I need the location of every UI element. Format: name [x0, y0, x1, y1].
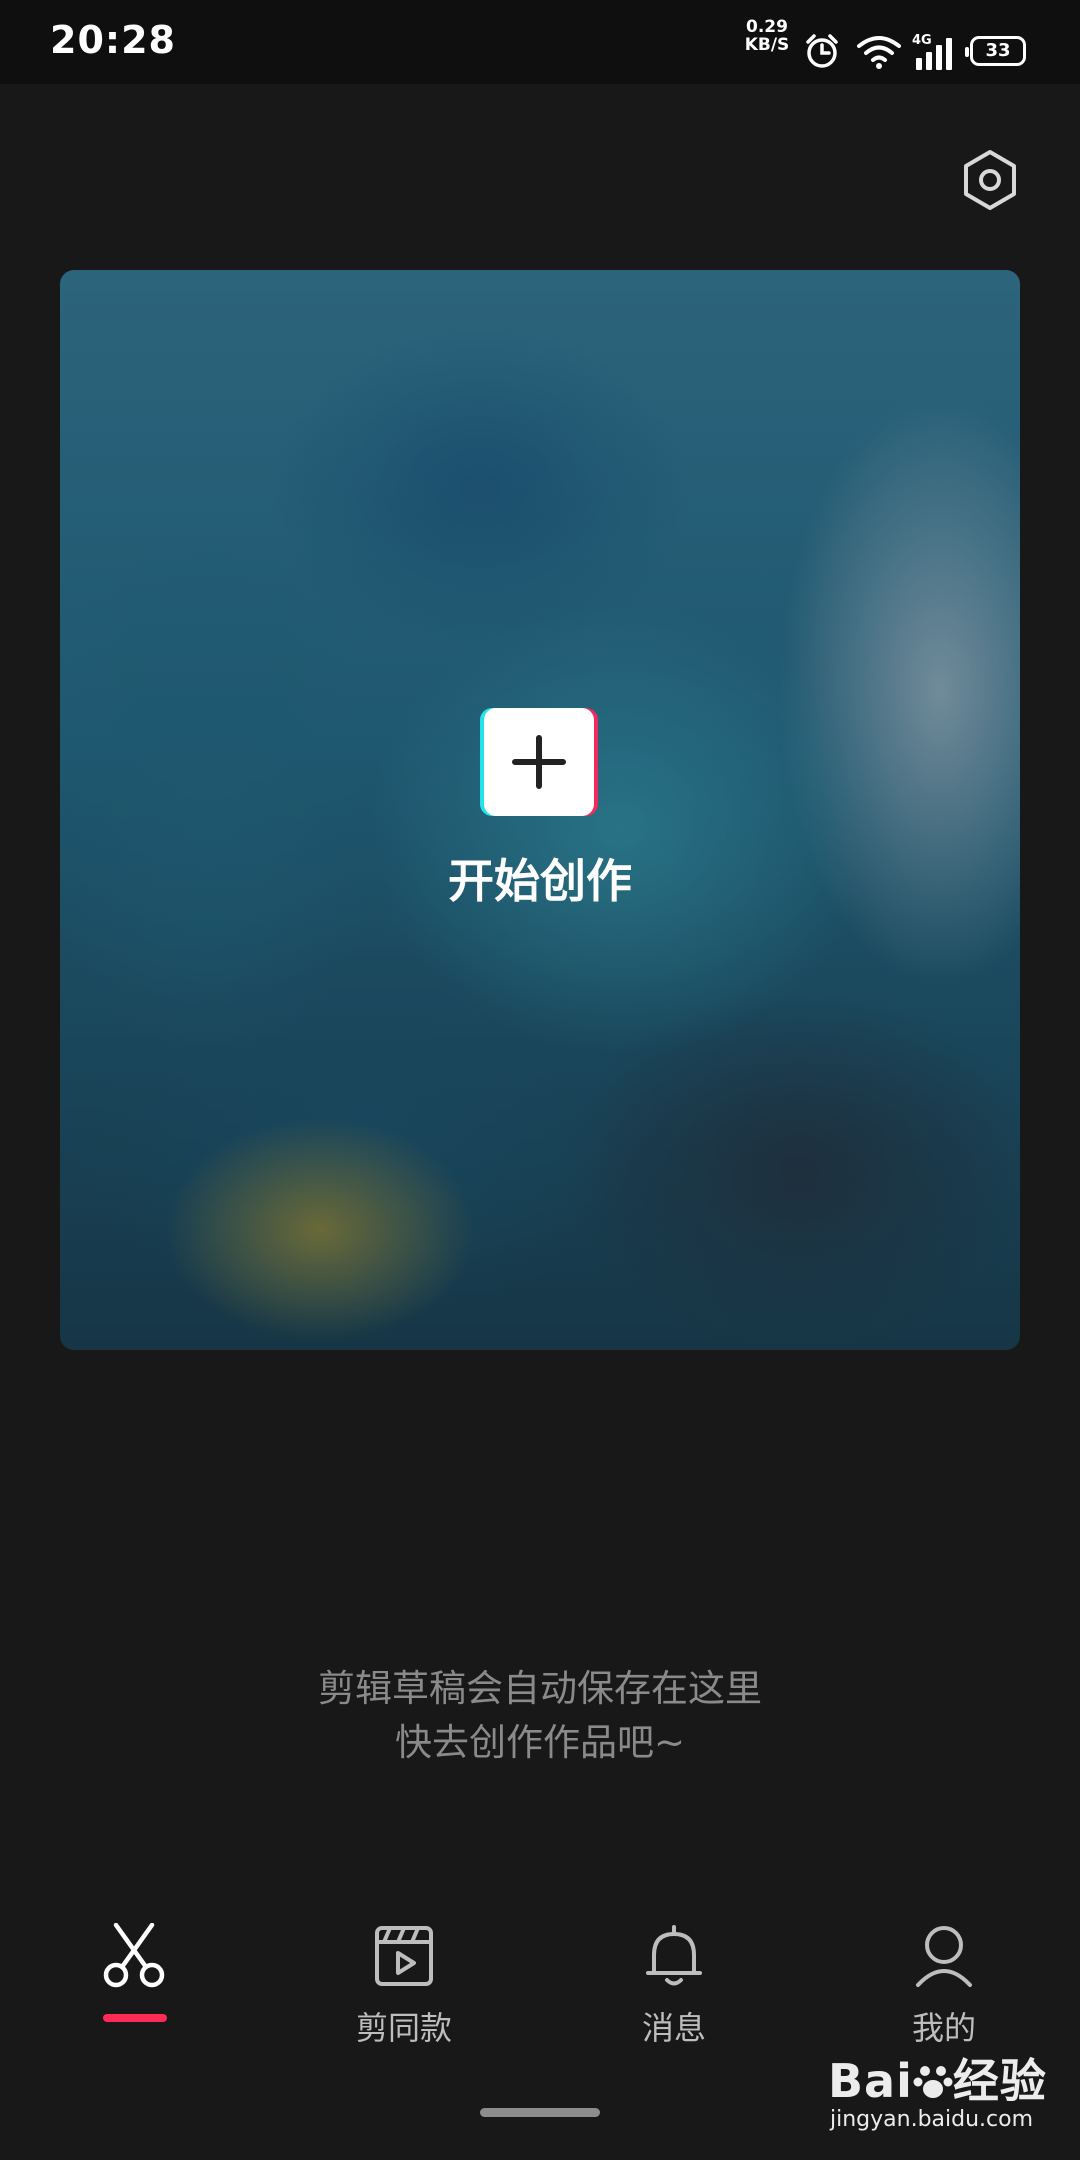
home-indicator[interactable] [480, 2108, 600, 2117]
wifi-icon [857, 36, 901, 69]
start-creating-label: 开始创作 [448, 854, 632, 908]
bell-icon [646, 1925, 702, 1986]
tab-messages[interactable]: 消息 [574, 1905, 774, 2055]
watermark-url: jingyan.baidu.com [830, 2107, 1034, 2132]
bottom-tab-bar: 剪同款 消息 我的 [0, 1905, 1080, 2065]
cellular-signal-icon [916, 38, 952, 70]
tab-template[interactable]: 剪同款 [304, 1905, 504, 2055]
active-tab-indicator [103, 2014, 167, 2022]
start-creating-card[interactable]: 开始创作 [60, 270, 1020, 1350]
tab-messages-label: 消息 [641, 2009, 706, 2047]
tab-profile[interactable]: 我的 [844, 1905, 1044, 2055]
watermark-brand-suffix: 经验 [952, 2054, 1047, 2108]
scissors-icon [103, 1923, 165, 1988]
battery-icon: 33 [965, 36, 1026, 66]
empty-hint-line2: 快去创作作品吧~ [394, 1721, 685, 1764]
hexagon-settings-icon[interactable] [958, 148, 1022, 212]
empty-hint-line1: 剪辑草稿会自动保存在这里 [318, 1667, 762, 1710]
battery-level: 33 [985, 40, 1011, 61]
net-speed-unit: KB/S [744, 35, 790, 55]
status-time: 20:28 [50, 18, 176, 62]
drafts-empty-hint: 剪辑草稿会自动保存在这里 快去创作作品吧~ [0, 1662, 1080, 1770]
paw-icon [913, 2066, 953, 2098]
net-speed-value: 0.29 [746, 17, 788, 37]
plus-icon [512, 735, 566, 789]
video-template-icon [375, 1926, 433, 1986]
start-creating-button[interactable] [480, 708, 598, 816]
tab-edit[interactable] [34, 1905, 234, 2055]
baidu-jingyan-watermark: Bai 经验 jingyan.baidu.com [828, 2045, 1068, 2145]
watermark-brand: Bai 经验 [828, 2045, 1047, 2111]
alarm-icon [806, 34, 838, 68]
status-bar: 20:28 0.29 KB/S 4G 33 [0, 0, 1080, 84]
person-icon [916, 1926, 972, 1987]
watermark-brand-bai: Bai [828, 2054, 913, 2108]
tab-profile-label: 我的 [911, 2009, 976, 2047]
tab-template-label: 剪同款 [355, 2009, 452, 2047]
net-speed: 0.29 KB/S [742, 18, 792, 54]
